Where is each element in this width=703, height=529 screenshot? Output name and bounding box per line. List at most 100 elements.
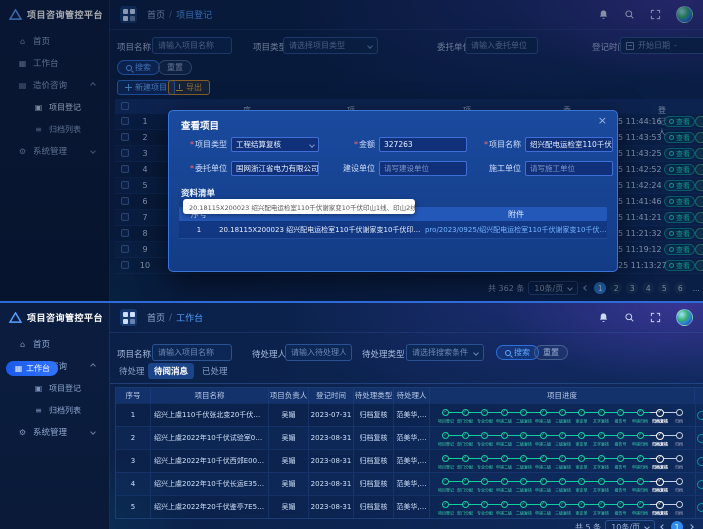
sidebar-item-home[interactable]: ⌂首页 — [6, 335, 103, 353]
progress-step[interactable]: ✓二级复核 — [514, 455, 533, 471]
progress-step[interactable]: ✓专业分配 — [475, 409, 494, 425]
progress-step[interactable]: ✓申递三级 — [533, 432, 552, 448]
progress-step[interactable]: ✓二级复核 — [514, 432, 533, 448]
progress-step[interactable]: ✓归档复核 — [650, 455, 669, 472]
progress-step[interactable]: ✓二级复核 — [514, 478, 533, 494]
field-input[interactable]: 国网浙江省电力有限公司绍… — [231, 161, 319, 176]
progress-step[interactable]: 归档 — [670, 409, 689, 425]
progress-step[interactable]: ✓部门分配 — [455, 409, 474, 425]
close-icon[interactable]: × — [598, 115, 607, 126]
progress-step[interactable]: ✓部门分配 — [455, 432, 474, 448]
progress-step[interactable]: ✓文字复核 — [592, 409, 611, 425]
progress-step[interactable]: ✓文字复核 — [592, 478, 611, 494]
progress-step[interactable]: 归档 — [670, 501, 689, 517]
progress-step[interactable]: ✓文字复核 — [592, 432, 611, 448]
tab-待处理[interactable]: 待处理 — [113, 363, 151, 379]
progress-step[interactable]: ✓三级复核 — [553, 409, 572, 425]
view-button-clipped[interactable] — [697, 503, 703, 512]
progress-step[interactable]: ✓报告号 — [611, 432, 630, 448]
page-size-select[interactable]: 10条/页 — [605, 520, 655, 529]
progress-step[interactable]: ✓部门分配 — [455, 501, 474, 517]
progress-step[interactable]: ✓申递三级 — [533, 455, 552, 471]
progress-step[interactable]: ✓部门分配 — [455, 478, 474, 494]
progress-step[interactable]: ✓申递归档 — [631, 455, 650, 471]
next-page-button[interactable] — [687, 525, 695, 529]
progress-step[interactable]: ✓归档复核 — [650, 432, 669, 449]
progress-step[interactable]: ✓申递三级 — [533, 501, 552, 517]
sidebar-item-archive-list[interactable]: ≡归档列表 — [6, 401, 103, 419]
sidebar-item-system-manage[interactable]: ⚙系统管理 — [6, 423, 103, 441]
progress-step[interactable]: ✓二级复核 — [514, 409, 533, 425]
fullscreen-icon[interactable] — [650, 312, 661, 323]
progress-step[interactable]: ✓审定单 — [572, 455, 591, 471]
progress-step[interactable]: ✓申递三级 — [533, 478, 552, 494]
project-name-input[interactable] — [152, 344, 232, 361]
progress-step[interactable]: ✓项目登记 — [436, 432, 455, 448]
progress-step[interactable]: ✓报告号 — [611, 501, 630, 517]
progress-step[interactable]: ✓专业分配 — [475, 478, 494, 494]
field-input[interactable]: 请写建设单位 — [379, 161, 467, 176]
progress-step[interactable]: ✓三级复核 — [553, 501, 572, 517]
progress-step[interactable]: ✓专业分配 — [475, 432, 494, 448]
progress-step[interactable]: ✓申递二级 — [494, 455, 513, 471]
progress-step[interactable]: 归档 — [670, 455, 689, 471]
progress-step[interactable]: ✓审定单 — [572, 478, 591, 494]
tab-已处理[interactable]: 已处理 — [196, 363, 234, 379]
reset-button[interactable]: 重置 — [534, 345, 568, 360]
breadcrumb-home[interactable]: 首页 — [147, 311, 165, 324]
field-select[interactable]: 工程结算复核 — [231, 137, 319, 152]
progress-step[interactable]: ✓申递归档 — [631, 409, 650, 425]
search-icon[interactable] — [624, 312, 635, 323]
view-button-clipped[interactable] — [697, 457, 703, 466]
progress-step[interactable]: ✓申递二级 — [494, 432, 513, 448]
progress-step[interactable]: ✓申递三级 — [533, 409, 552, 425]
prev-page-button[interactable] — [659, 525, 667, 529]
progress-step[interactable]: ✓审定单 — [572, 501, 591, 517]
progress-step[interactable]: ✓申递归档 — [631, 432, 650, 448]
progress-step[interactable]: ✓归档复核 — [650, 409, 669, 426]
sidebar-item-workbench[interactable]: ▦工作台 — [6, 361, 58, 376]
progress-step[interactable]: ✓项目登记 — [436, 478, 455, 494]
view-button-clipped[interactable] — [697, 411, 703, 420]
progress-step[interactable]: ✓专业分配 — [475, 501, 494, 517]
progress-step[interactable]: ✓申递二级 — [494, 478, 513, 494]
progress-step[interactable]: ✓审定单 — [572, 409, 591, 425]
progress-step[interactable]: ✓报告号 — [611, 409, 630, 425]
search-button[interactable]: 搜索 — [496, 345, 539, 360]
progress-step[interactable]: ✓归档复核 — [650, 501, 669, 518]
progress-step[interactable]: ✓报告号 — [611, 478, 630, 494]
progress-step[interactable]: ✓申递归档 — [631, 478, 650, 494]
user-avatar[interactable] — [676, 309, 693, 326]
progress-step[interactable]: ✓归档复核 — [650, 478, 669, 495]
progress-step[interactable]: ✓申递归档 — [631, 501, 650, 517]
progress-step[interactable]: ✓文字复核 — [592, 455, 611, 471]
attachment-link[interactable]: pro/2023/0925/绍兴配电运检室110千伏谢家变10千伏印山1线、印山… — [425, 225, 607, 235]
field-input[interactable]: 327263 — [379, 137, 467, 152]
progress-step[interactable]: ✓二级复核 — [514, 501, 533, 517]
progress-step[interactable]: ✓项目登记 — [436, 501, 455, 517]
progress-step[interactable]: ✓项目登记 — [436, 455, 455, 471]
tab-待阅消息[interactable]: 待阅消息 — [148, 363, 194, 379]
assignee-input[interactable] — [285, 344, 352, 361]
field-input[interactable]: 绍兴配电运检室110千伏谢… — [525, 137, 613, 152]
progress-step[interactable]: ✓文字复核 — [592, 501, 611, 517]
progress-step[interactable]: 归档 — [670, 478, 689, 494]
progress-step[interactable]: ✓审定单 — [572, 432, 591, 448]
progress-step[interactable]: ✓报告号 — [611, 455, 630, 471]
progress-step[interactable]: ✓三级复核 — [553, 478, 572, 494]
progress-step[interactable]: ✓三级复核 — [553, 455, 572, 471]
collapse-menu-icon[interactable] — [120, 309, 137, 326]
progress-step[interactable]: ✓项目登记 — [436, 409, 455, 425]
progress-step[interactable]: ✓三级复核 — [553, 432, 572, 448]
view-button-clipped[interactable] — [697, 434, 703, 443]
sidebar-item-project-register[interactable]: ▣项目登记 — [6, 379, 103, 397]
progress-step[interactable]: ✓申递二级 — [494, 409, 513, 425]
bell-icon[interactable] — [598, 312, 609, 323]
progress-step[interactable]: ✓专业分配 — [475, 455, 494, 471]
field-input[interactable]: 请写施工单位 — [525, 161, 613, 176]
view-button-clipped[interactable] — [697, 480, 703, 489]
progress-step[interactable]: 归档 — [670, 432, 689, 448]
pending-type-select[interactable]: 请选择搜索条件 — [406, 344, 484, 361]
progress-step[interactable]: ✓部门分配 — [455, 455, 474, 471]
page-button[interactable]: 1 — [671, 521, 683, 529]
